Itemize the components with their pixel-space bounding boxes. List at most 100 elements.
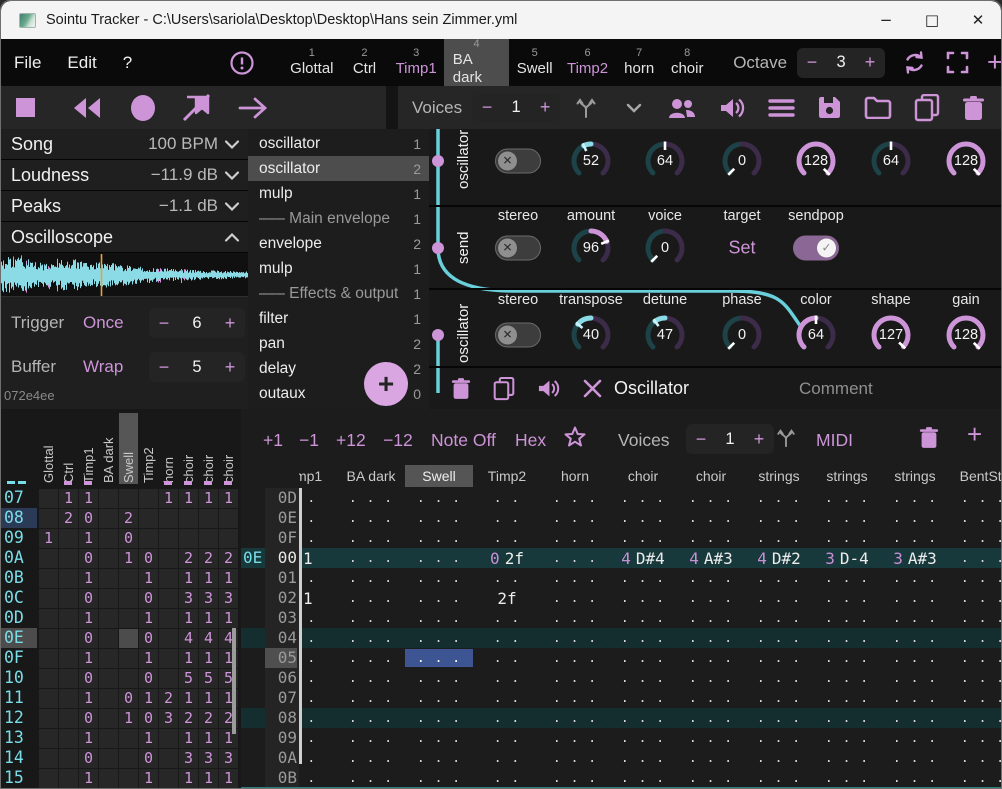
note-cell[interactable]: . . . bbox=[961, 748, 1002, 768]
note-track-header[interactable]: Timp2 bbox=[488, 466, 526, 486]
order-cell[interactable] bbox=[159, 769, 178, 788]
note-row-label[interactable]: 0D bbox=[265, 488, 297, 508]
note-cell[interactable]: . . . bbox=[349, 528, 393, 548]
voice-knob[interactable]: 0 bbox=[641, 224, 689, 272]
octave-stepper-decrement[interactable]: − bbox=[797, 52, 827, 73]
note-cell[interactable]: . . . bbox=[961, 488, 1002, 508]
note-cell[interactable]: . . . bbox=[825, 668, 869, 688]
note-cell[interactable]: . . bbox=[494, 748, 520, 768]
note-cell[interactable]: . . . bbox=[689, 768, 733, 788]
note-cell[interactable]: . . . bbox=[553, 748, 597, 768]
note-cell[interactable]: . . . bbox=[893, 628, 937, 648]
note-cell[interactable]: . . . bbox=[757, 668, 801, 688]
delete-song-icon[interactable] bbox=[962, 95, 985, 121]
order-cell[interactable] bbox=[159, 629, 178, 648]
note-row-label[interactable]: 02 bbox=[265, 588, 297, 608]
octave-stepper-increment[interactable]: + bbox=[855, 52, 885, 73]
note-cell[interactable]: . . . bbox=[961, 568, 1002, 588]
order-cell[interactable] bbox=[39, 589, 58, 608]
note-cell[interactable]: . . bbox=[494, 708, 520, 728]
note-cell[interactable]: . . . bbox=[553, 668, 597, 688]
order-cell[interactable]: 0 bbox=[119, 689, 138, 708]
note-cell[interactable]: . . . bbox=[757, 648, 801, 668]
note-cell[interactable]: 2f bbox=[497, 588, 516, 608]
note-cell[interactable]: . . . bbox=[689, 688, 733, 708]
order-cell[interactable] bbox=[159, 749, 178, 768]
order-cell[interactable]: 1 bbox=[59, 489, 78, 508]
order-cell[interactable] bbox=[99, 629, 118, 648]
note-cell[interactable]: . . . bbox=[349, 628, 393, 648]
note-cell[interactable]: . . . bbox=[825, 728, 869, 748]
note-cell[interactable]: . . . bbox=[621, 748, 665, 768]
note-row-label[interactable]: 09 bbox=[265, 728, 297, 748]
order-cell[interactable] bbox=[159, 569, 178, 588]
note-row-label[interactable]: 0B bbox=[265, 768, 297, 788]
follow-disabled-icon[interactable] bbox=[182, 94, 212, 122]
transpose-knob[interactable]: 40 bbox=[567, 311, 615, 359]
order-cell[interactable] bbox=[159, 649, 178, 668]
order-cell[interactable]: 1 bbox=[179, 729, 198, 748]
note-track-header[interactable]: choir bbox=[628, 466, 658, 486]
note-cell[interactable]: . . . bbox=[553, 588, 597, 608]
note-cell[interactable]: . . . bbox=[961, 668, 1002, 688]
unit-list-item[interactable]: filter1 bbox=[248, 306, 429, 331]
note-row-label[interactable]: 05 bbox=[265, 648, 297, 668]
note-cell[interactable]: . . . bbox=[621, 688, 665, 708]
note-cell[interactable]: . . . bbox=[893, 488, 937, 508]
order-cell[interactable] bbox=[39, 649, 58, 668]
note-cell[interactable]: . . . bbox=[349, 688, 393, 708]
note-cell[interactable]: 02f bbox=[490, 548, 524, 568]
note-cell[interactable]: . . . bbox=[757, 508, 801, 528]
unit-comment-input[interactable]: Comment bbox=[799, 379, 873, 399]
close-button[interactable]: ✕ bbox=[955, 1, 1001, 39]
order-row-label[interactable]: 10 bbox=[1, 668, 37, 688]
note-cell[interactable]: . . . bbox=[757, 628, 801, 648]
warning-icon[interactable] bbox=[229, 39, 255, 86]
note-scrollbar[interactable] bbox=[299, 488, 302, 764]
order-row-label[interactable]: 0F bbox=[1, 648, 37, 668]
note-cell[interactable]: 3D-4 bbox=[825, 548, 869, 568]
note-cell[interactable]: . . . bbox=[825, 488, 869, 508]
order-cell[interactable]: 2 bbox=[159, 689, 178, 708]
color-knob[interactable]: 64 bbox=[792, 311, 840, 359]
order-cell[interactable]: 1 bbox=[179, 649, 198, 668]
target-selector[interactable]: Set bbox=[728, 238, 755, 259]
note-row-label[interactable]: 0A bbox=[265, 748, 297, 768]
copy-icon[interactable] bbox=[914, 94, 940, 122]
order-cell[interactable] bbox=[99, 589, 118, 608]
order-cell[interactable]: 1 bbox=[119, 709, 138, 728]
order-cell[interactable]: 2 bbox=[119, 509, 138, 528]
note-cell[interactable]: . . . bbox=[825, 648, 869, 668]
note-cell[interactable]: . . . bbox=[825, 628, 869, 648]
order-cell[interactable]: 2 bbox=[199, 709, 218, 728]
clear-unit-icon[interactable] bbox=[583, 379, 602, 398]
note-cell[interactable]: . . . bbox=[961, 528, 1002, 548]
order-cell[interactable]: 1 bbox=[79, 729, 98, 748]
note-cell[interactable]: . . . bbox=[689, 528, 733, 548]
pattern-column-header[interactable]: Ctrl bbox=[61, 417, 76, 483]
note-row-label[interactable]: 07 bbox=[265, 688, 297, 708]
sendpop-toggle[interactable]: ✓ bbox=[793, 236, 839, 261]
speaker-icon[interactable] bbox=[719, 96, 746, 120]
note-cell[interactable]: . . . bbox=[893, 588, 937, 608]
order-cell[interactable]: 1 bbox=[119, 549, 138, 568]
note-cell[interactable]: . . . bbox=[621, 728, 665, 748]
instruments-users-icon[interactable] bbox=[667, 96, 697, 120]
note-track-header[interactable]: strings bbox=[826, 466, 867, 486]
note-track-header[interactable]: BA dark bbox=[346, 466, 395, 486]
chevron-down-icon[interactable] bbox=[224, 170, 240, 181]
note-cell[interactable]: . . . bbox=[893, 608, 937, 628]
note-cell[interactable]: . . . bbox=[893, 728, 937, 748]
note-cell[interactable]: . . . bbox=[961, 508, 1002, 528]
order-cell[interactable] bbox=[99, 489, 118, 508]
note-cell[interactable]: . . . bbox=[961, 768, 1002, 788]
note-cell[interactable]: . . . bbox=[689, 648, 733, 668]
track-tab-choir[interactable]: 8choir bbox=[663, 39, 711, 86]
detune-knob[interactable]: 47 bbox=[641, 311, 689, 359]
note-cell[interactable]: . . . bbox=[621, 588, 665, 608]
order-cell[interactable]: 1 bbox=[79, 569, 98, 588]
note-cell[interactable]: . . . bbox=[553, 628, 597, 648]
note-cell[interactable]: . . . bbox=[689, 488, 733, 508]
order-cell[interactable] bbox=[119, 589, 138, 608]
sync-icon[interactable] bbox=[901, 39, 928, 86]
